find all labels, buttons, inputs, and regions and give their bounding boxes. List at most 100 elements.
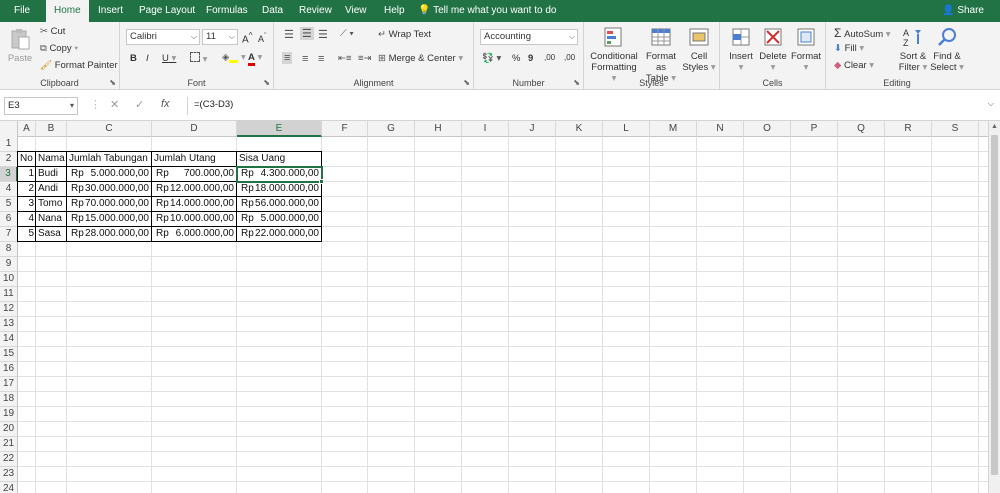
bold-button[interactable]: B: [130, 53, 137, 64]
merge-center-button[interactable]: ⊞ Merge & Center ▾: [378, 53, 463, 64]
insert-function-icon[interactable]: fx: [161, 98, 170, 110]
column-header-m[interactable]: M: [650, 121, 697, 137]
fill-button[interactable]: ⬇ Fill ▾: [834, 43, 864, 54]
dialog-launcher-icon[interactable]: ⬊: [573, 78, 580, 87]
enter-icon[interactable]: ✓: [135, 98, 144, 111]
column-header-f[interactable]: F: [322, 121, 368, 137]
cell-nama[interactable]: Tomo: [36, 197, 67, 212]
cell-sisa-uang[interactable]: Rp 5.000.000,00: [237, 212, 322, 227]
expand-formula-bar-icon[interactable]: ⌵: [988, 99, 994, 109]
find-select-button[interactable]: Find & Select ▾: [930, 26, 964, 73]
format-painter-button[interactable]: 🖌 Format Painter: [40, 60, 118, 71]
row-header-2[interactable]: 2: [0, 152, 18, 167]
delete-cells-button[interactable]: Delete ▾: [758, 26, 788, 73]
percent-button[interactable]: %: [512, 53, 520, 64]
align-center-icon[interactable]: ≡: [302, 53, 308, 65]
table-header-no[interactable]: No: [18, 152, 36, 167]
cell-sisa-uang[interactable]: Rp 4.300.000,00: [237, 167, 322, 182]
cell-jumlah-utang[interactable]: Rp 10.000.000,00: [152, 212, 237, 227]
dialog-launcher-icon[interactable]: ⬊: [463, 78, 470, 87]
row-header-13[interactable]: 13: [0, 317, 18, 332]
column-header-d[interactable]: D: [152, 121, 237, 137]
cell-nama[interactable]: Nana: [36, 212, 67, 227]
fill-handle[interactable]: [319, 179, 324, 184]
name-box[interactable]: E3 ▾: [4, 97, 78, 115]
row-header-19[interactable]: 19: [0, 407, 18, 422]
cell-jumlah-utang[interactable]: Rp 12.000.000,00: [152, 182, 237, 197]
font-name-select[interactable]: Calibri ⌵: [126, 29, 200, 45]
tab-help[interactable]: Help: [376, 0, 413, 22]
cell-jumlah-tabungan[interactable]: Rp 70.000.000,00: [67, 197, 152, 212]
tab-data[interactable]: Data: [254, 0, 291, 22]
cell-no[interactable]: 4: [18, 212, 36, 227]
borders-button[interactable]: ▾: [190, 52, 207, 65]
row-header-1[interactable]: 1: [0, 137, 18, 152]
cell-no[interactable]: 2: [18, 182, 36, 197]
cell-jumlah-tabungan[interactable]: Rp 5.000.000,00: [67, 167, 152, 182]
row-header-12[interactable]: 12: [0, 302, 18, 317]
row-header-20[interactable]: 20: [0, 422, 18, 437]
number-format-select[interactable]: Accounting ⌵: [480, 29, 578, 45]
column-header-o[interactable]: O: [744, 121, 791, 137]
row-header-11[interactable]: 11: [0, 287, 18, 302]
cell-no[interactable]: 3: [18, 197, 36, 212]
dialog-launcher-icon[interactable]: ⬊: [263, 78, 270, 87]
row-header-8[interactable]: 8: [0, 242, 18, 257]
shrink-font-button[interactable]: Aˇ: [258, 31, 267, 44]
tab-file[interactable]: File: [6, 0, 38, 22]
cell-nama[interactable]: Budi: [36, 167, 67, 182]
underline-button[interactable]: U ▾: [162, 53, 176, 64]
middle-align-icon[interactable]: ☰: [300, 27, 314, 40]
scroll-up-icon[interactable]: ▲: [989, 123, 1000, 130]
column-header-b[interactable]: B: [36, 121, 67, 137]
column-header-h[interactable]: H: [415, 121, 462, 137]
dialog-launcher-icon[interactable]: ⬊: [109, 78, 116, 87]
cell-sisa-uang[interactable]: Rp 22.000.000,00: [237, 227, 322, 242]
row-header-15[interactable]: 15: [0, 347, 18, 362]
row-header-5[interactable]: 5: [0, 197, 18, 212]
row-header-23[interactable]: 23: [0, 467, 18, 482]
tab-page-layout[interactable]: Page Layout: [131, 0, 203, 22]
row-header-17[interactable]: 17: [0, 377, 18, 392]
cell-no[interactable]: 5: [18, 227, 36, 242]
format-cells-button[interactable]: Format ▾: [790, 26, 822, 73]
align-left-icon[interactable]: ≡: [282, 52, 293, 64]
worksheet-grid[interactable]: ABCDEFGHIJKLMNOPQRS 1 2 3 4 5 6 7 8 9 10 11 12 13 14 1…: [0, 121, 988, 493]
increase-indent-icon[interactable]: ≡⇥: [358, 53, 372, 64]
table-header-nama[interactable]: Nama: [36, 152, 67, 167]
decrease-decimal-button[interactable]: ,00: [564, 53, 575, 62]
column-header-g[interactable]: G: [368, 121, 415, 137]
table-header-sisa-uang[interactable]: Sisa Uang: [237, 152, 322, 167]
tab-formulas[interactable]: Formulas: [198, 0, 256, 22]
select-all-button[interactable]: [0, 121, 18, 137]
formula-input[interactable]: =(C3-D3): [187, 97, 980, 115]
column-header-i[interactable]: I: [462, 121, 509, 137]
column-header-q[interactable]: Q: [838, 121, 885, 137]
cell-jumlah-tabungan[interactable]: Rp 15.000.000,00: [67, 212, 152, 227]
column-header-k[interactable]: K: [556, 121, 603, 137]
tab-insert[interactable]: Insert: [90, 0, 131, 22]
wrap-text-button[interactable]: ↵ Wrap Text: [378, 29, 431, 40]
row-header-6[interactable]: 6: [0, 212, 18, 227]
row-header-3[interactable]: 3: [0, 167, 18, 182]
column-header-c[interactable]: C: [67, 121, 152, 137]
scroll-thumb[interactable]: [991, 135, 998, 475]
sort-filter-button[interactable]: AZ Sort & Filter ▾: [898, 26, 928, 73]
tell-me-search[interactable]: 💡 Tell me what you want to do: [418, 0, 556, 22]
decrease-indent-icon[interactable]: ⇤≡: [338, 53, 352, 64]
paste-button[interactable]: Paste: [6, 28, 34, 64]
cut-button[interactable]: ✂ Cut: [40, 26, 65, 37]
font-color-button[interactable]: A ▾: [248, 52, 262, 66]
cell-jumlah-utang[interactable]: Rp 6.000.000,00: [152, 227, 237, 242]
cell-jumlah-utang[interactable]: Rp 14.000.000,00: [152, 197, 237, 212]
row-header-18[interactable]: 18: [0, 392, 18, 407]
autosum-button[interactable]: Σ AutoSum ▾: [834, 26, 891, 40]
table-header-jumlah-utang[interactable]: Jumlah Utang: [152, 152, 237, 167]
cell-styles-button[interactable]: Cell Styles ▾: [682, 26, 716, 73]
column-header-p[interactable]: P: [791, 121, 838, 137]
increase-decimal-button[interactable]: ,00: [544, 53, 555, 62]
tab-home[interactable]: Home: [46, 0, 89, 22]
comma-style-button[interactable]: 9: [528, 53, 533, 64]
cancel-icon[interactable]: ✕: [110, 98, 119, 111]
row-header-7[interactable]: 7: [0, 227, 18, 242]
